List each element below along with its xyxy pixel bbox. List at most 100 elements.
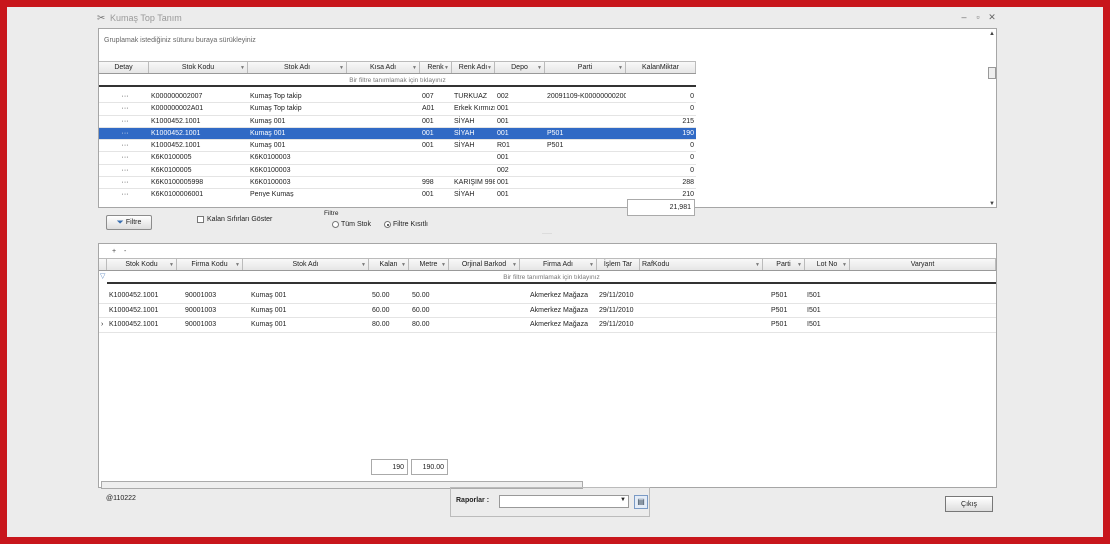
col-stok-kodu-b[interactable]: Stok Kodu ▼ [107, 258, 177, 270]
scroll-up-arrow-icon[interactable]: ▲ [987, 31, 997, 37]
detail-button[interactable]: ··· [99, 189, 149, 197]
scroll-down-arrow-icon[interactable]: ▼ [987, 201, 997, 207]
table-row[interactable]: ··· K1000452.1001 Kumaş 001 001 SİYAH 001 P501… [99, 127, 696, 141]
stock-filter-row[interactable]: Bir filtre tanımlamak için tıklayınız [99, 75, 696, 87]
table-row[interactable]: › K1000452.1001 90001003 Kumaş 001 80.00 80.0… [99, 318, 996, 333]
table-cell: 29/11/2010 [599, 321, 634, 328]
table-row[interactable]: ··· K6K0100005 K6K0100003 002 0 [99, 165, 696, 178]
table-cell: K1000452.1001 [109, 306, 159, 314]
table-row[interactable]: ··· K6K0100005998 K6K0100003 998 KARIŞIM 998… [99, 177, 696, 190]
table-cell: 0 [690, 142, 694, 150]
radio-filtre-kisitli[interactable]: Filtre Kısıtlı [384, 221, 428, 228]
kalan-sifirlari-checkbox[interactable]: Kalan Sıfırları Göster [197, 216, 272, 223]
table-cell: 001 [422, 191, 434, 197]
expand-collapse-tools[interactable]: + - [112, 248, 129, 255]
splitter-handle[interactable]: ····· [542, 231, 552, 237]
col-renk[interactable]: Renk ▼ [420, 61, 452, 73]
table-cell: 50.00 [412, 292, 430, 299]
table-cell: 001 [497, 117, 509, 125]
table-cell: Kumaş 001 [250, 129, 286, 137]
table-row[interactable]: K1000452.1001 90001003 Kumaş 001 60.00 60.00… [99, 304, 996, 318]
col-parti-b[interactable]: Parti ▼ [763, 258, 805, 270]
table-cell [850, 304, 996, 318]
table-cell: Kumaş Top takip [250, 93, 302, 100]
cikis-button[interactable]: Çıkış [945, 496, 993, 512]
roll-filter-row[interactable]: Bir filtre tanımlamak için tıklayınız [107, 272, 996, 284]
table-cell: Erkek Kırmızı [454, 105, 495, 113]
col-depo[interactable]: Depo ▼ [495, 61, 545, 73]
detail-button[interactable]: ··· [99, 177, 149, 188]
table-cell: 001 [497, 179, 509, 187]
table-row[interactable]: ··· K000000002A01 Kumaş Top takip A01 Erkek … [99, 103, 696, 116]
table-row[interactable]: ··· K6K0100006001 Penye Kumaş 001 SİYAH 001 21… [99, 189, 696, 197]
col-islem-tarihi[interactable]: İşlem Tar [597, 258, 640, 270]
table-cell: TURKUAZ [454, 93, 488, 100]
col-kisa-adi[interactable]: Kısa Adı ▼ [347, 61, 420, 73]
col-orjinal-barkod[interactable]: Orjinal Barkod ▼ [449, 258, 520, 270]
metre-total: 190.00 [411, 459, 448, 475]
detail-button[interactable]: ··· [99, 152, 149, 163]
table-row[interactable]: K1000452.1001 90001003 Kumaş 001 50.00 50.00… [99, 289, 996, 304]
close-button[interactable]: ✕ [987, 12, 997, 23]
table-cell [545, 116, 626, 127]
table-cell: 210 [682, 191, 694, 197]
row-indicator [99, 304, 107, 318]
table-cell: 50.00 [372, 292, 390, 299]
scroll-thumb[interactable] [988, 67, 996, 79]
detail-button[interactable]: ··· [99, 103, 149, 114]
table-cell: Kumaş 001 [250, 142, 286, 150]
table-cell [420, 152, 452, 163]
col-firma-kodu[interactable]: Firma Kodu ▼ [177, 258, 243, 270]
table-cell: 0 [690, 93, 694, 100]
table-row[interactable]: ··· K1000452.1001 Kumaş 001 001 SİYAH R01 P501… [99, 140, 696, 153]
table-cell: K6K0100003 [250, 154, 291, 162]
table-cell: Penye Kumaş [250, 191, 294, 197]
col-stok-adi[interactable]: Stok Adı ▼ [248, 61, 347, 73]
table-cell [347, 177, 420, 188]
table-cell: 998 [422, 179, 434, 187]
table-cell [640, 318, 763, 332]
col-raf-kodu[interactable]: RafKodu ▼ [640, 258, 763, 270]
radio-tum-stok[interactable]: Tüm Stok [332, 221, 371, 228]
col-kalan-miktar[interactable]: KalanMiktar [626, 61, 696, 73]
col-parti[interactable]: Parti ▼ [545, 61, 626, 73]
detail-button[interactable]: ··· [99, 165, 149, 176]
detail-button[interactable]: ··· [99, 140, 149, 151]
table-cell: K1000452.1001 [109, 292, 159, 299]
stock-grid-scrollbar[interactable]: ▲ ▼ [987, 31, 997, 207]
col-stok-kodu[interactable]: Stok Kodu ▼ [149, 61, 248, 73]
checkbox-box[interactable] [197, 216, 204, 223]
col-detay[interactable]: Detay [99, 61, 149, 73]
detail-button[interactable]: ··· [99, 128, 149, 139]
table-row[interactable]: ··· K6K0100005 K6K0100003 001 0 [99, 152, 696, 165]
table-cell: 288 [682, 179, 694, 187]
report-open-button[interactable]: ▤ [634, 495, 648, 509]
minimize-button[interactable]: – [959, 12, 969, 23]
table-row[interactable]: ··· K1000452.1001 Kumaş 001 001 SİYAH 001 215 [99, 116, 696, 128]
table-cell: 29/11/2010 [599, 306, 634, 314]
col-firma-adi[interactable]: Firma Adı ▼ [520, 258, 597, 270]
maximize-button[interactable]: ▫ [973, 12, 983, 23]
raporlar-group: Raporlar : ▼ ▤ [450, 487, 650, 517]
filtre-button[interactable]: ⏷ Filtre [106, 215, 152, 230]
group-by-area[interactable]: Gruplamak istediğiniz sütunu buraya sürü… [104, 37, 256, 44]
detail-button[interactable]: ··· [99, 116, 149, 127]
col-renk-adi[interactable]: Renk Adı ▼ [452, 61, 495, 73]
col-stok-adi-b[interactable]: Stok Adı ▼ [243, 258, 369, 270]
table-cell: 001 [497, 129, 509, 137]
table-cell: 007 [422, 93, 434, 100]
col-varyant[interactable]: Varyant [850, 258, 996, 270]
col-metre[interactable]: Metre ▼ [409, 258, 449, 270]
raporlar-select[interactable]: ▼ [499, 495, 629, 508]
status-bar: @110222 Raporlar : ▼ ▤ Çıkış [98, 482, 997, 522]
detail-button[interactable]: ··· [99, 91, 149, 102]
col-lot-no[interactable]: Lot No ▼ [805, 258, 850, 270]
table-cell: Akmerkez Mağaza [530, 306, 588, 314]
table-cell: K000000002007 [151, 93, 203, 100]
table-cell: I501 [807, 306, 821, 314]
user-code: @110222 [106, 495, 136, 502]
table-cell: SİYAH [454, 142, 475, 150]
table-row[interactable]: ··· K000000002007 Kumaş Top takip 007 TURKUA… [99, 91, 696, 104]
col-kalan[interactable]: Kalan ▼ [369, 258, 409, 270]
table-cell [347, 140, 420, 151]
